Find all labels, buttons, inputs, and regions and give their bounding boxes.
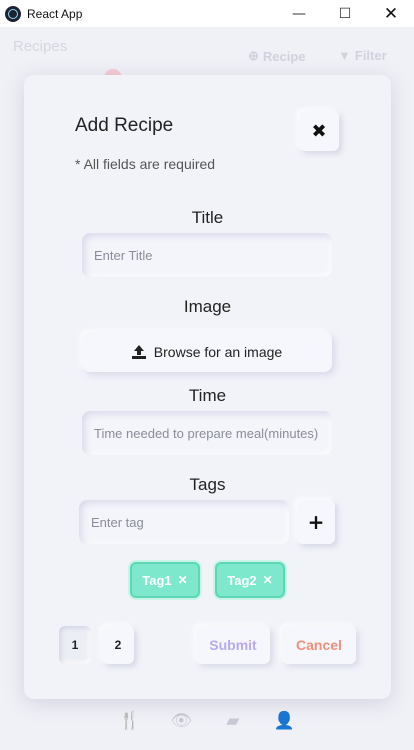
bottom-nav: 🍴 👁 ▰ 👤 — [104, 701, 310, 741]
tag-label: Tag2 — [227, 572, 257, 588]
nav-chat-icon[interactable]: ▰ — [213, 711, 253, 731]
nav-recipes-icon[interactable]: 🍴 — [110, 711, 150, 731]
plus-icon: + — [307, 510, 325, 534]
tag-label: Tag1 — [142, 572, 172, 588]
filter-label: Filter — [354, 48, 387, 63]
time-label: Time — [188, 386, 227, 405]
tag-chip: Tag2 ✕ — [215, 562, 285, 598]
page-title: Recipes — [13, 38, 68, 55]
window-titlebar: React App — ☐ ✕ — [0, 0, 414, 27]
modal-title: Add Recipe — [75, 115, 174, 136]
tag-chip: Tag1 ✕ — [130, 562, 200, 598]
minimize-button[interactable]: — — [276, 0, 322, 27]
time-input[interactable]: Time needed to prepare meal(minutes) — [82, 411, 332, 455]
plus-circle-icon: ⊕ — [248, 48, 259, 63]
page-1-button[interactable]: 1 — [59, 626, 91, 664]
upload-icon — [131, 345, 146, 359]
title-input[interactable]: Enter Title — [82, 233, 332, 277]
image-label: Image — [183, 297, 232, 316]
cancel-button[interactable]: Cancel — [282, 626, 356, 664]
window-controls: — ☐ ✕ — [276, 0, 414, 27]
add-recipe-modal: Add Recipe * All fields are required ✖ T… — [24, 75, 391, 699]
required-note: * All fields are required — [75, 156, 216, 172]
close-icon: ✖ — [311, 120, 327, 142]
add-recipe-button[interactable]: ⊕ Recipe — [248, 48, 306, 64]
tag-input[interactable]: Enter tag — [79, 500, 289, 544]
remove-tag-icon[interactable]: ✕ — [263, 573, 273, 587]
nav-eye-icon[interactable]: 👁 — [161, 711, 201, 731]
add-tag-button[interactable]: + — [297, 500, 335, 544]
react-app-icon — [5, 5, 21, 22]
add-recipe-label: Recipe — [262, 48, 306, 64]
window-title: React App — [27, 6, 83, 21]
filter-icon: ▼ — [338, 48, 351, 63]
browse-image-button[interactable]: Browse for an image — [82, 332, 332, 372]
nav-user-icon[interactable]: 👤 — [264, 711, 304, 731]
submit-button[interactable]: Submit — [196, 626, 270, 664]
tags-label: Tags — [189, 475, 226, 494]
page-2-button[interactable]: 2 — [102, 626, 134, 664]
close-modal-button[interactable]: ✖ — [299, 111, 339, 151]
maximize-button[interactable]: ☐ — [322, 0, 368, 27]
filter-button[interactable]: ▼ Filter — [338, 48, 387, 63]
browse-image-label: Browse for an image — [153, 344, 283, 360]
title-label: Title — [191, 208, 224, 227]
close-window-button[interactable]: ✕ — [368, 0, 414, 27]
remove-tag-icon[interactable]: ✕ — [178, 573, 188, 587]
